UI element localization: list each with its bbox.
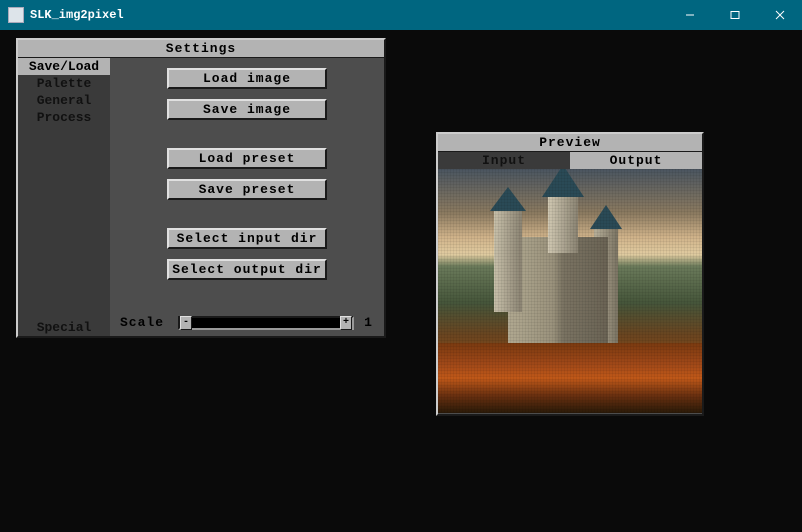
preview-title: Preview [438, 134, 702, 152]
scale-minus-button[interactable]: - [180, 316, 192, 330]
preview-tab-output[interactable]: Output [570, 152, 702, 169]
close-button[interactable] [757, 0, 802, 30]
preview-image [438, 169, 702, 413]
settings-sidebar: Save/Load Palette General Process Specia… [18, 58, 110, 336]
window-title: SLK_img2pixel [30, 8, 667, 22]
settings-content: Load image Save image Load preset Save p… [110, 58, 384, 336]
tab-save-load[interactable]: Save/Load [18, 58, 110, 75]
select-input-dir-button[interactable]: Select input dir [167, 228, 327, 249]
load-preset-button[interactable]: Load preset [167, 148, 327, 169]
window-controls [667, 0, 802, 30]
preview-panel: Preview Input Output [436, 132, 704, 416]
save-image-button[interactable]: Save image [167, 99, 327, 120]
save-preset-button[interactable]: Save preset [167, 179, 327, 200]
tab-palette[interactable]: Palette [18, 75, 110, 92]
tab-special[interactable]: Special [18, 319, 110, 336]
load-image-button[interactable]: Load image [167, 68, 327, 89]
maximize-button[interactable] [712, 0, 757, 30]
tab-process[interactable]: Process [18, 109, 110, 126]
scale-label: Scale [120, 315, 170, 330]
settings-panel: Settings Save/Load Palette General Proce… [16, 38, 386, 338]
window-titlebar: SLK_img2pixel [0, 0, 802, 30]
settings-title: Settings [18, 40, 384, 58]
select-output-dir-button[interactable]: Select output dir [167, 259, 327, 280]
minimize-button[interactable] [667, 0, 712, 30]
scale-row: Scale - + 1 [120, 315, 374, 330]
scale-plus-button[interactable]: + [340, 316, 352, 330]
scale-value: 1 [362, 315, 374, 330]
preview-tab-input[interactable]: Input [438, 152, 570, 169]
app-icon [8, 7, 24, 23]
tab-general[interactable]: General [18, 92, 110, 109]
scale-slider[interactable]: - + [178, 316, 354, 330]
